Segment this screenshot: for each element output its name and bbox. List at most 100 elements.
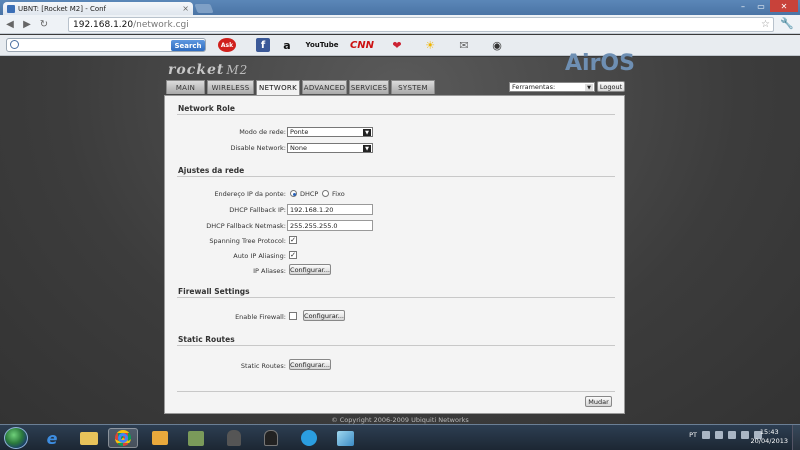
tab-system[interactable]: SYSTEM [391, 80, 435, 94]
ip-aliases-config-button[interactable]: Configurar... [289, 264, 331, 275]
wrench-menu-icon[interactable]: 🔧 [780, 17, 794, 30]
dhcp-radio-label: DHCP [300, 190, 319, 198]
ip-aliasing-label: Auto IP Aliasing: [233, 252, 286, 260]
clock-time: 15:43 [759, 428, 779, 436]
network-icon[interactable] [741, 431, 749, 439]
window-controls: – ▭ ✕ [734, 0, 798, 12]
tab-services[interactable]: SERVICES [349, 80, 389, 94]
browser-tab[interactable]: UBNT: [Rocket M2] - Conf × [3, 2, 193, 15]
chevron-down-icon: ▼ [585, 84, 593, 91]
ip-aliases-label: IP Aliases: [253, 267, 286, 275]
back-icon[interactable]: ◀ [3, 17, 17, 31]
media-player-icon[interactable] [145, 428, 175, 448]
ip-aliasing-checkbox[interactable]: ✓ [289, 251, 297, 259]
section-title-static-routes: Static Routes [178, 335, 235, 344]
taskbar-clock[interactable]: 15:43 20/04/2013 [751, 428, 788, 446]
stp-label: Spanning Tree Protocol: [209, 237, 286, 245]
static-routes-label: Static Routes: [240, 362, 286, 370]
tab-close-icon[interactable]: × [182, 4, 189, 13]
section-divider [177, 345, 615, 346]
tab-wireless[interactable]: WIRELESS [207, 80, 254, 94]
pin-icon[interactable]: ❤ [388, 38, 406, 52]
page-favicon-icon [7, 4, 15, 13]
url-host: 192.168.1.20 [73, 19, 134, 30]
folder-icon[interactable] [74, 428, 104, 448]
language-indicator[interactable]: PT [689, 431, 697, 439]
section-title-network-settings: Ajustes da rede [178, 166, 245, 175]
tab-title: UBNT: [Rocket M2] - Conf [18, 4, 107, 13]
helmet-icon[interactable] [219, 428, 249, 448]
weather-icon[interactable]: ☀ [422, 38, 438, 52]
youtube-icon[interactable]: YouTube [305, 38, 339, 52]
forward-icon[interactable]: ▶ [20, 17, 34, 31]
cnn-icon[interactable]: CNN [347, 38, 377, 52]
fixed-ip-radio[interactable] [322, 190, 329, 197]
browser-nav-bar: ◀ ▶ ↻ 192.168.1.20/network.cgi ☆ [0, 15, 800, 34]
dhcp-radio[interactable] [290, 190, 297, 197]
bookmark-star-icon[interactable]: ☆ [761, 19, 770, 30]
address-bar[interactable]: 192.168.1.20/network.cgi ☆ [68, 17, 774, 32]
game-icon[interactable] [181, 428, 211, 448]
windows-taskbar: e PT 15:43 20/04/2013 [0, 424, 800, 450]
section-divider [177, 176, 615, 177]
tab-network[interactable]: NETWORK [256, 80, 300, 95]
enable-firewall-checkbox[interactable] [289, 312, 297, 320]
new-tab-button[interactable] [194, 4, 214, 13]
maximize-icon[interactable]: ▭ [752, 0, 770, 12]
skype-icon[interactable] [294, 428, 324, 448]
minimize-icon[interactable]: – [734, 0, 752, 12]
stp-checkbox[interactable]: ✓ [289, 236, 297, 244]
start-button[interactable] [4, 427, 28, 449]
apply-button[interactable]: Mudar [585, 396, 612, 407]
disable-network-select[interactable]: None ▼ [287, 143, 373, 153]
fallback-netmask-input[interactable]: 255.255.255.0 [287, 220, 373, 231]
battery-icon[interactable] [728, 431, 736, 439]
ask-icon[interactable]: Ask [218, 38, 236, 52]
search-icon [10, 40, 19, 49]
tab-advanced[interactable]: ADVANCED [302, 80, 347, 94]
network-mode-label: Modo de rede: [239, 128, 286, 136]
fallback-netmask-label: DHCP Fallback Netmask: [206, 222, 286, 230]
network-settings-panel: Network Role Modo de rede: Ponte ▼ Disabl… [164, 95, 625, 414]
flag-icon[interactable] [715, 431, 723, 439]
disable-network-label: Disable Network: [230, 144, 286, 152]
static-routes-config-button[interactable]: Configurar... [289, 359, 331, 370]
enable-firewall-label: Enable Firewall: [235, 313, 286, 321]
ie-icon[interactable]: e [37, 428, 67, 448]
search-toolbar: Search Ask f a YouTube CNN ❤ ☀ ✉ ◉ [0, 35, 800, 56]
tray-arrow-icon[interactable] [702, 431, 710, 439]
network-mode-select[interactable]: Ponte ▼ [287, 127, 373, 137]
bridge-ip-label: Endereço IP da ponte: [214, 190, 286, 198]
tab-main[interactable]: MAIN [166, 80, 205, 94]
clock-date: 20/04/2013 [750, 437, 788, 445]
firewall-config-button[interactable]: Configurar... [303, 310, 345, 321]
dark-helmet-icon[interactable] [256, 428, 286, 448]
footer-divider [177, 391, 615, 392]
main-tabs: MAIN WIRELESS NETWORK ADVANCED SERVICES … [166, 80, 437, 95]
chrome-icon[interactable] [108, 428, 138, 448]
url-path: /network.cgi [133, 19, 189, 30]
window-close-icon[interactable]: ✕ [770, 0, 798, 12]
section-divider [177, 114, 615, 115]
mail-icon[interactable]: ✉ [456, 38, 472, 52]
logout-button[interactable]: Logout [597, 81, 625, 92]
tools-select[interactable]: Ferramentas: ▼ [509, 82, 595, 92]
amazon-icon[interactable]: a [280, 38, 294, 52]
app-window-icon[interactable] [330, 428, 360, 448]
section-divider [177, 297, 615, 298]
fixed-ip-radio-label: Fixo [332, 190, 345, 198]
section-title-network-role: Network Role [178, 104, 235, 113]
reload-icon[interactable]: ↻ [37, 17, 51, 31]
chevron-down-icon: ▼ [363, 145, 371, 152]
chevron-down-icon: ▼ [363, 129, 371, 136]
toolbar-search-input[interactable]: Search [6, 38, 206, 52]
toolbar-search-button[interactable]: Search [171, 40, 205, 51]
fallback-ip-label: DHCP Fallback IP: [229, 206, 286, 214]
section-title-firewall: Firewall Settings [178, 287, 250, 296]
fallback-ip-input[interactable]: 192.168.1.20 [287, 204, 373, 215]
copyright-text: © Copyright 2006-2009 Ubiquiti Networks [331, 416, 469, 424]
facebook-icon[interactable]: f [256, 38, 270, 52]
rocket-logo: rocket M2 [168, 62, 249, 78]
radio-icon[interactable]: ◉ [490, 38, 504, 52]
show-desktop-button[interactable] [792, 425, 800, 450]
